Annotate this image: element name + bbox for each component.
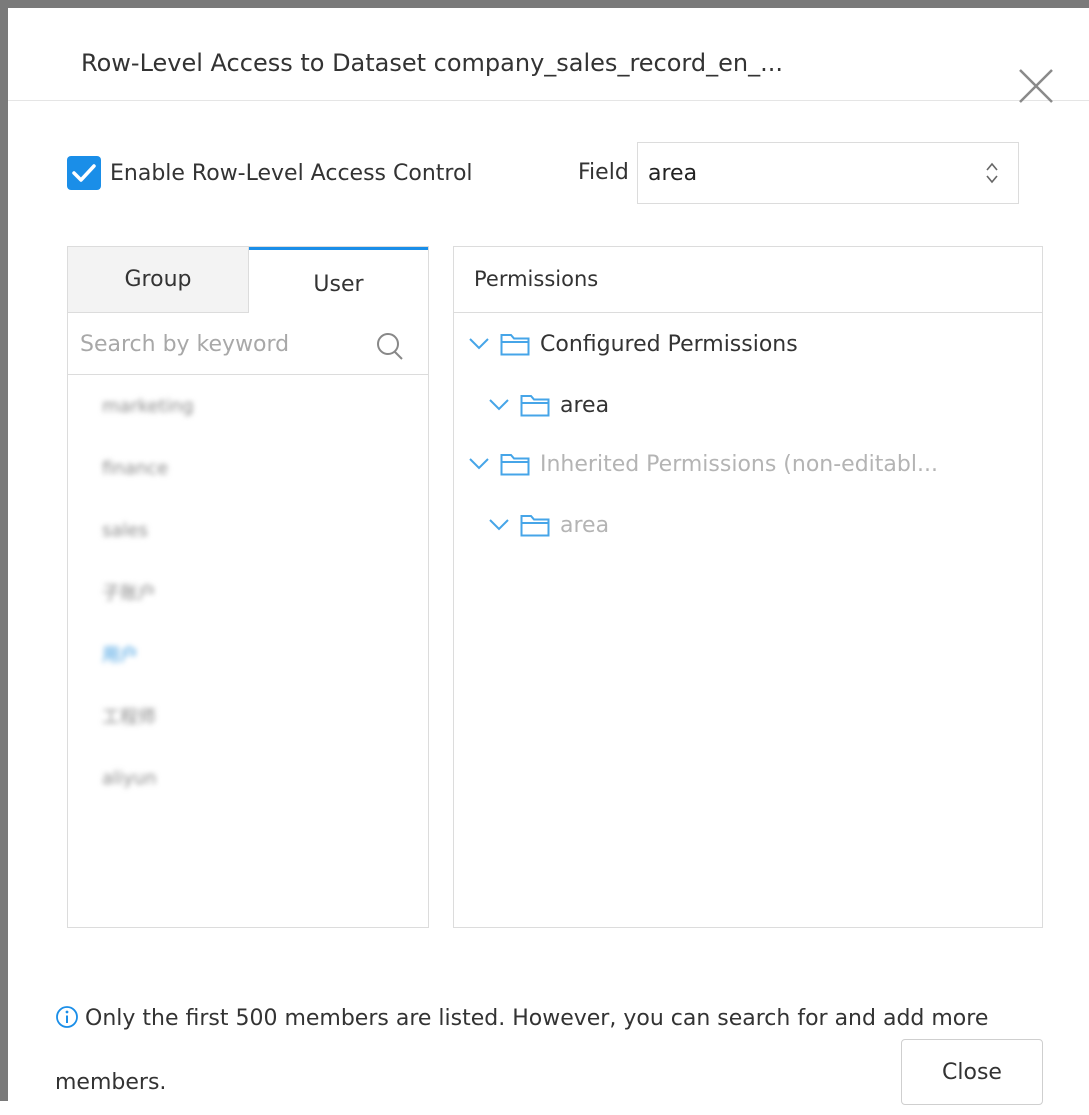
permissions-panel: Permissions Configured Permissions area …: [453, 246, 1043, 928]
close-button[interactable]: Close: [901, 1039, 1043, 1105]
dialog-header: Row-Level Access to Dataset company_sale…: [8, 8, 1089, 103]
user-list-item[interactable]: marketing: [68, 375, 428, 437]
user-list-item[interactable]: 工程师: [68, 685, 428, 747]
tree-node-inherited-permissions[interactable]: Inherited Permissions (non-editabl...: [468, 446, 938, 482]
user-list: marketing finance sales 子账户 用户 工程师 aliyu…: [68, 375, 428, 809]
field-select[interactable]: area: [637, 142, 1019, 204]
chevron-down-icon[interactable]: [468, 337, 490, 351]
search-icon[interactable]: [374, 329, 408, 363]
dialog-title: Row-Level Access to Dataset company_sale…: [81, 49, 783, 77]
member-limit-text: Only the first 500 members are listed. H…: [55, 1006, 989, 1095]
user-list-item[interactable]: sales: [68, 499, 428, 561]
user-list-item[interactable]: 子账户: [68, 561, 428, 623]
enable-checkbox[interactable]: [67, 156, 101, 190]
tree-node-label: area: [560, 392, 610, 418]
folder-icon: [520, 395, 550, 417]
checkmark-icon: [72, 164, 96, 182]
user-list-item[interactable]: finance: [68, 437, 428, 499]
permissions-title: Permissions: [474, 267, 599, 291]
folder-icon: [500, 334, 530, 356]
select-arrows-icon: [986, 162, 998, 184]
user-list-item[interactable]: aliyun: [68, 747, 428, 809]
tree-node-label: Configured Permissions: [540, 331, 798, 357]
field-label: Field: [578, 160, 629, 185]
tree-node-label: area: [560, 512, 610, 538]
folder-icon: [500, 454, 530, 476]
chevron-down-icon[interactable]: [488, 398, 510, 412]
tree-node-label: Inherited Permissions (non-editabl...: [540, 451, 938, 477]
tree-node-inherited-area[interactable]: area: [488, 507, 609, 543]
window-frame-left: [0, 0, 8, 1101]
user-list-item-selected[interactable]: 用户: [68, 623, 428, 685]
chevron-down-icon[interactable]: [488, 518, 510, 532]
enable-row-level-access[interactable]: Enable Row-Level Access Control: [67, 155, 473, 191]
tab-group[interactable]: Group: [68, 247, 249, 313]
field-select-value: area: [648, 161, 698, 186]
chevron-down-icon[interactable]: [468, 457, 490, 471]
folder-icon: [520, 515, 550, 537]
tree-node-configured-permissions[interactable]: Configured Permissions: [468, 326, 798, 362]
window-frame-top: [0, 0, 1089, 8]
member-panel: Group User marketing finance sales 子账户 用…: [67, 246, 429, 928]
info-icon: [56, 1006, 78, 1028]
close-icon[interactable]: [1014, 64, 1058, 108]
permissions-header: Permissions: [454, 247, 1042, 313]
search-input[interactable]: [80, 325, 365, 363]
tab-user[interactable]: User: [249, 247, 428, 313]
enable-label: Enable Row-Level Access Control: [110, 160, 473, 186]
tree-node-configured-area[interactable]: area: [488, 387, 609, 423]
search-box: [68, 313, 428, 375]
